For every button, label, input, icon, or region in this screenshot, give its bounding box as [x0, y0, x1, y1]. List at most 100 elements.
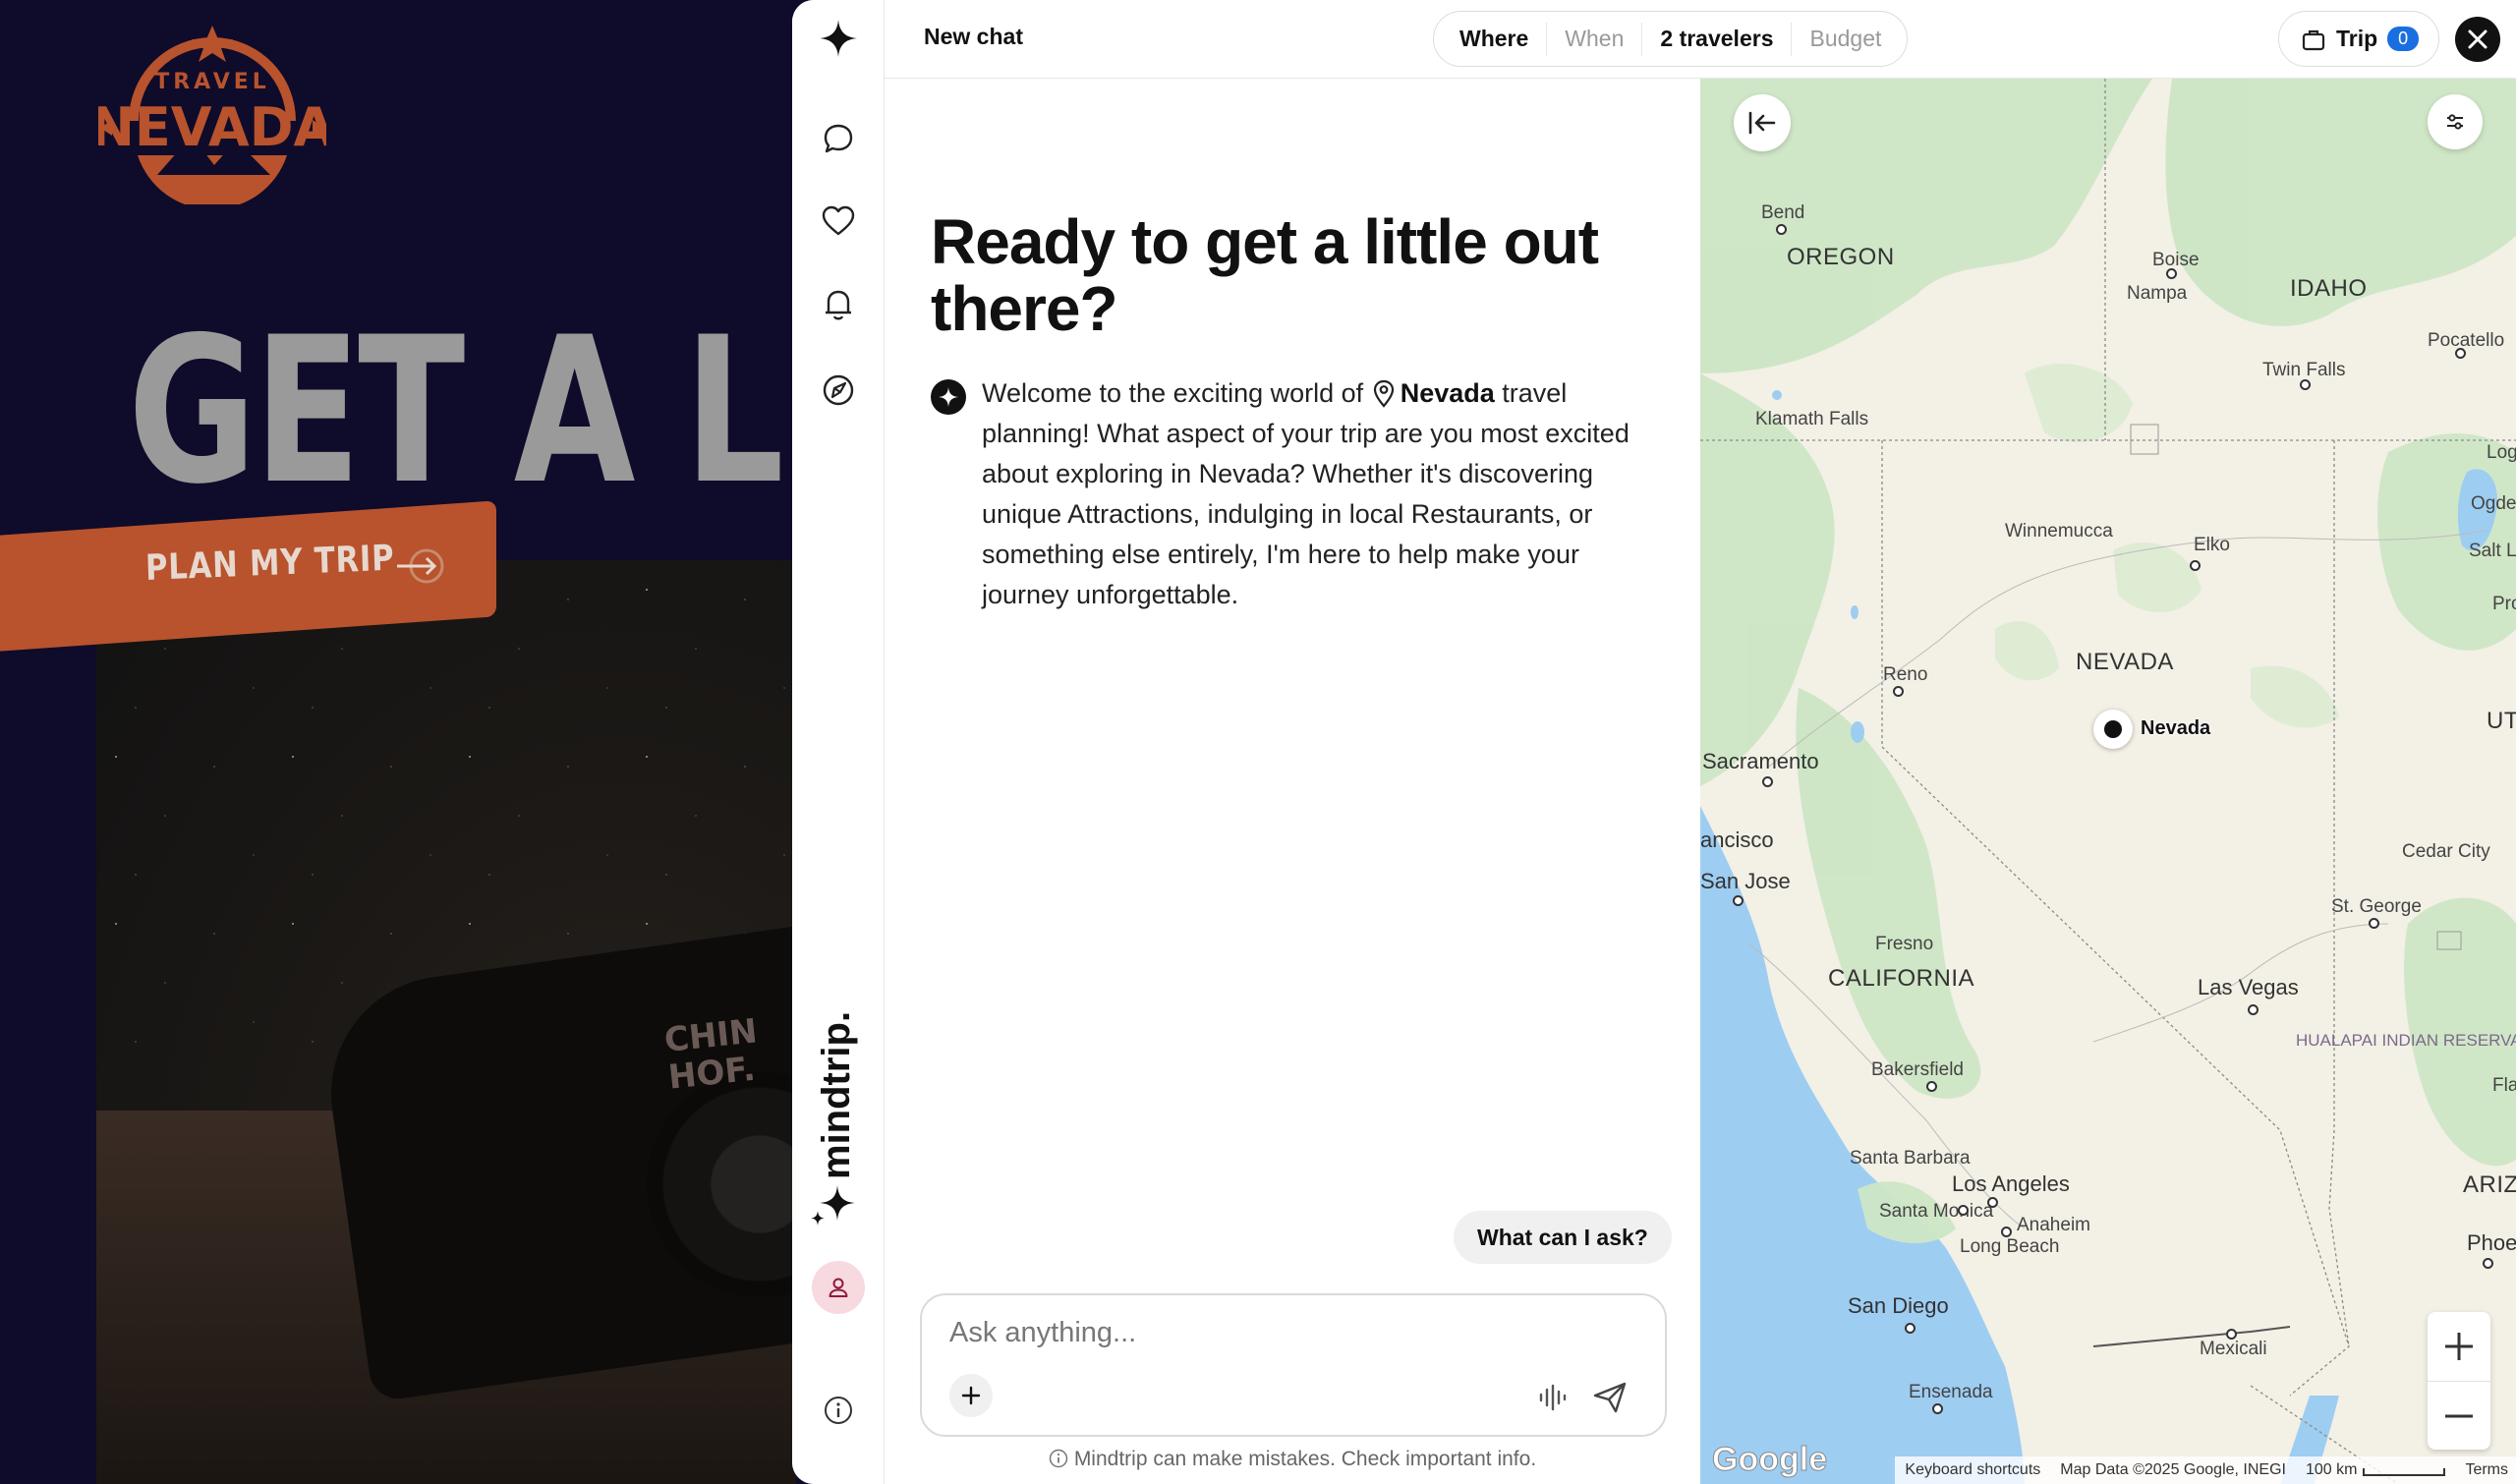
minus-icon	[2445, 1414, 2473, 1417]
map-city-twin-falls: Twin Falls	[2262, 360, 2346, 380]
location-pin-icon	[1371, 378, 1397, 408]
map-city-fresno: Fresno	[1875, 934, 1934, 954]
map-label-california: CALIFORNIA	[1828, 965, 1975, 992]
bell-icon[interactable]	[814, 280, 863, 329]
graffiti-text: CHIN HOF.	[662, 1011, 760, 1098]
collapse-left-icon	[1748, 111, 1776, 135]
add-attachment-button[interactable]	[949, 1374, 993, 1417]
chat-title[interactable]: New chat	[924, 24, 1023, 50]
map-city-pocatello: Pocatello	[2428, 330, 2505, 351]
filter-when[interactable]: When	[1547, 22, 1643, 56]
map-city-bend: Bend	[1761, 202, 1805, 223]
map-city-santa-monica: Santa Monica	[1879, 1201, 1994, 1222]
map-city-salt-lake: Salt Lake	[2469, 541, 2516, 561]
trip-button[interactable]: Trip 0	[2278, 11, 2439, 67]
map-city-san-jose: San Jose	[1700, 869, 1791, 893]
map-scale[interactable]: 100 km	[2306, 1461, 2446, 1479]
filter-budget[interactable]: Budget	[1792, 23, 1899, 56]
voice-input-button[interactable]	[1531, 1376, 1574, 1419]
map-data-text: Map Data ©2025 Google, INEGI	[2060, 1461, 2286, 1478]
suitcase-icon	[2302, 29, 2325, 50]
map-city-cedar-city: Cedar City	[2402, 841, 2490, 862]
message-composer	[920, 1293, 1667, 1437]
map-attribution: Keyboard shortcuts Map Data ©2025 Google…	[1895, 1456, 2516, 1484]
svg-text:mindtrip.: mindtrip.	[815, 1011, 858, 1179]
trip-filters: Where When 2 travelers Budget	[1433, 11, 1909, 67]
map-city-ogden: Ogden	[2471, 493, 2516, 514]
map-city-logan: Loga	[2487, 442, 2516, 463]
svg-text:TRAVEL: TRAVEL	[154, 70, 270, 94]
close-icon	[2468, 29, 2487, 49]
svg-text:NEVADA: NEVADA	[98, 96, 326, 158]
map-city-st-george: St. George	[2331, 896, 2422, 917]
disclaimer: Mindtrip can make mistakes. Check import…	[885, 1448, 1700, 1471]
compass-icon[interactable]	[814, 366, 863, 415]
user-avatar[interactable]	[812, 1261, 865, 1314]
trip-label: Trip	[2336, 26, 2378, 51]
map-label-nevada: NEVADA	[2076, 649, 2174, 675]
map-city-provo: Pro	[2492, 594, 2516, 614]
map-city-phoenix: Phoeni	[2467, 1230, 2516, 1255]
keyboard-shortcuts-link[interactable]: Keyboard shortcuts	[1905, 1461, 2040, 1479]
map-city-long-beach: Long Beach	[1960, 1236, 2060, 1257]
map-label-idaho: IDAHO	[2290, 275, 2368, 302]
map-label-arizona: ARIZ	[2463, 1171, 2516, 1198]
trip-count-badge: 0	[2387, 27, 2420, 51]
chat-area: Ready to get a little out there? Welcome…	[885, 79, 1700, 1484]
hero-photo: CHIN HOF.	[96, 560, 796, 1484]
plus-icon	[961, 1386, 981, 1405]
travel-nevada-logo[interactable]: TRAVEL NEVADA	[90, 18, 335, 210]
terms-link[interactable]: Terms	[2465, 1461, 2508, 1479]
map-marker-label: Nevada	[2141, 717, 2211, 739]
map-city-las-vegas: Las Vegas	[2198, 975, 2299, 999]
info-small-icon	[1049, 1449, 1068, 1468]
ask-input[interactable]	[949, 1317, 1539, 1349]
mindtrip-logo[interactable]: mindtrip.	[804, 1010, 873, 1227]
info-icon[interactable]	[814, 1386, 863, 1435]
filter-travelers[interactable]: 2 travelers	[1642, 22, 1793, 56]
map-city-mexicali: Mexicali	[2200, 1339, 2267, 1359]
place-link[interactable]: Nevada	[1401, 378, 1495, 408]
mindtrip-panel: mindtrip. New chat Where When 2 traveler…	[792, 0, 2516, 1484]
map-city-san-francisco: ancisco	[1700, 828, 1774, 852]
assistant-message: Welcome to the exciting world of Nevada …	[982, 373, 1670, 615]
arrow-right-icon	[393, 546, 452, 586]
suggestion-chip[interactable]: What can I ask?	[1454, 1211, 1672, 1264]
zoom-in-button[interactable]	[2428, 1312, 2490, 1381]
chat-icon[interactable]	[814, 114, 863, 163]
zoom-controls	[2428, 1312, 2490, 1450]
message-text-start: Welcome to the exciting world of	[982, 378, 1364, 408]
zoom-out-button[interactable]	[2428, 1381, 2490, 1450]
collapse-map-button[interactable]	[1734, 94, 1791, 151]
map-city-winnemucca: Winnemucca	[2005, 521, 2113, 542]
map-city-nampa: Nampa	[2127, 283, 2188, 304]
filter-where[interactable]: Where	[1442, 22, 1548, 56]
hero-headline: GET A LITT	[128, 295, 796, 529]
chat-heading: Ready to get a little out there?	[931, 206, 1599, 344]
sparkle-icon[interactable]	[814, 14, 863, 63]
message-text-end: travel planning! What aspect of your tri…	[982, 378, 1630, 609]
assistant-sparkle-icon	[931, 379, 966, 415]
left-rail: mindtrip.	[792, 0, 885, 1484]
sliders-icon	[2447, 114, 2463, 130]
map-city-ensenada: Ensenada	[1909, 1382, 1993, 1402]
map-city-santa-barbara: Santa Barbara	[1850, 1148, 1971, 1169]
map-city-elko: Elko	[2194, 535, 2230, 555]
send-button[interactable]	[1586, 1376, 1633, 1419]
disclaimer-text: Mindtrip can make mistakes. Check import…	[1073, 1448, 1537, 1470]
google-logo[interactable]: Google	[1711, 1441, 1827, 1479]
map-label-oregon: OREGON	[1787, 244, 1895, 270]
map[interactable]: OREGON IDAHO NEVADA CALIFORNIA UTA ARIZ …	[1700, 79, 2516, 1484]
map-settings-button[interactable]	[2428, 94, 2483, 149]
close-button[interactable]	[2455, 17, 2500, 62]
map-city-klamath-falls: Klamath Falls	[1755, 409, 1869, 429]
waveform-icon	[1539, 1384, 1567, 1411]
user-icon	[829, 1278, 848, 1297]
plus-icon	[2445, 1333, 2473, 1360]
map-city-los-angeles: Los Angeles	[1952, 1171, 2070, 1196]
map-label-utah: UTA	[2487, 708, 2516, 734]
map-city-bakersfield: Bakersfield	[1871, 1059, 1964, 1080]
nevada-map-marker[interactable]	[2093, 710, 2133, 749]
map-label-hualapai: HUALAPAI INDIAN RESERVATION	[2296, 1031, 2516, 1050]
heart-icon[interactable]	[814, 197, 863, 246]
